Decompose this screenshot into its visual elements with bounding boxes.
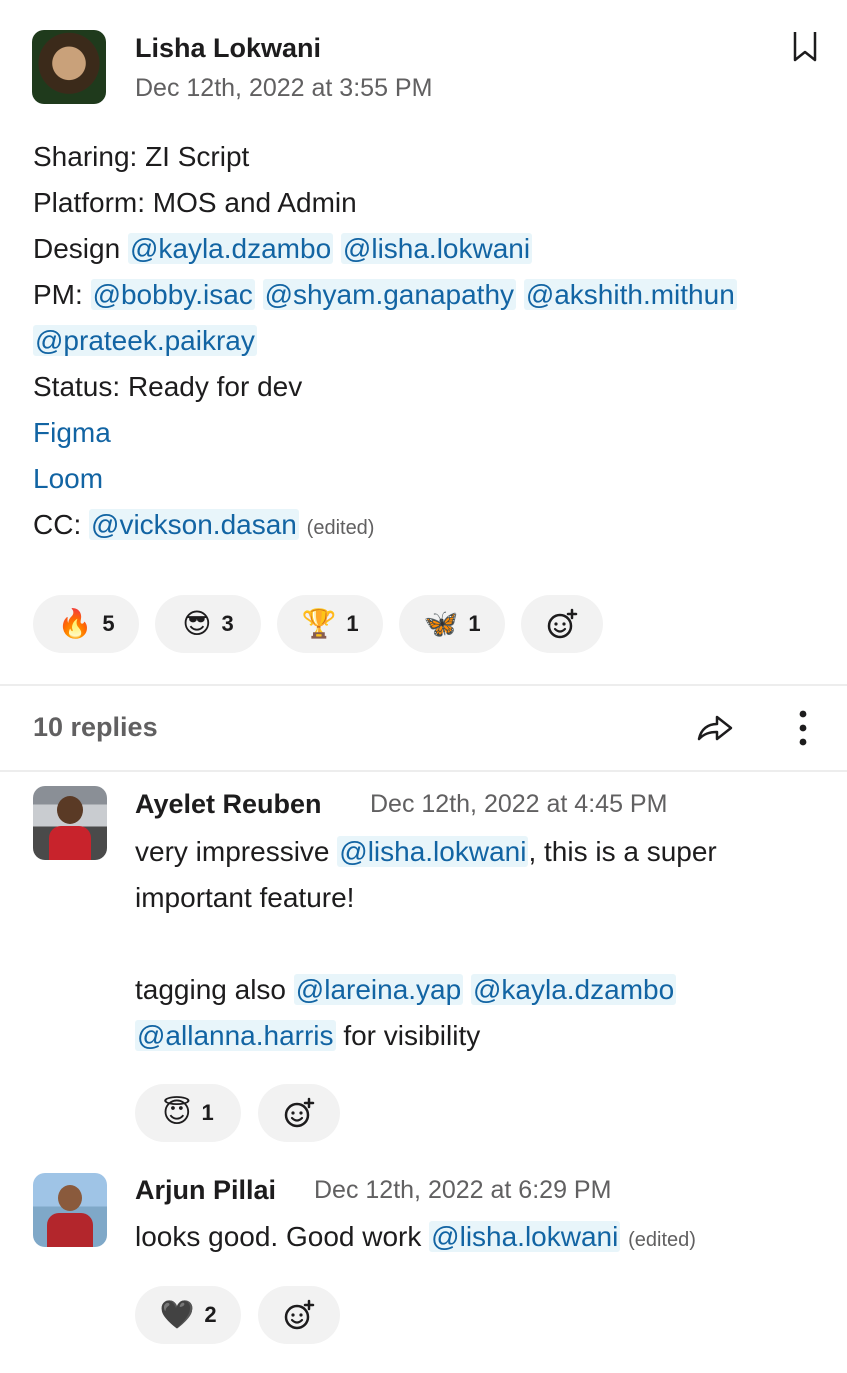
more-vertical-icon[interactable] [795,708,811,753]
mention[interactable]: @lareina.yap [293,974,464,1005]
avatar-ayelet[interactable] [33,786,107,860]
add-emoji-icon [547,608,578,639]
divider [0,684,847,686]
bookmark-icon[interactable] [790,30,820,64]
reaction-count: 3 [221,611,234,636]
reply-timestamp[interactable]: Dec 12th, 2022 at 4:45 PM [370,790,667,819]
reply-line: important feature! [135,882,355,913]
avatar-lisha[interactable] [32,30,106,104]
edited-label: (edited) [628,1229,696,1251]
reply-line: @allanna.harris for visibility [135,1013,480,1059]
mention[interactable]: @lisha.lokwani [337,836,529,867]
mention[interactable]: @kayla.dzambo [470,974,677,1005]
reply-author[interactable]: Ayelet Reuben [135,789,322,820]
mention[interactable]: @allanna.harris [135,1020,336,1051]
reaction-butterfly[interactable]: 🦋 1 [399,595,505,653]
reply-author[interactable]: Arjun Pillai [135,1175,276,1206]
reply-line: looks good. Good work @lisha.lokwani (ed… [135,1214,696,1263]
line-pm: PM: @bobby.isac @shyam.ganapathy @akshit… [33,272,737,318]
share-arrow-icon[interactable] [695,711,735,750]
add-emoji-icon [284,1299,315,1330]
black-heart-emoji: 🖤 [159,1299,195,1330]
avatar-arjun[interactable] [33,1173,107,1247]
reaction-count: 2 [204,1302,217,1327]
pm-label: PM: [33,279,83,310]
fire-emoji: 🔥 [57,608,93,639]
reply-line: tagging also @lareina.yap @kayla.dzambo [135,967,677,1013]
reaction-count: 5 [102,611,115,636]
mention[interactable]: @kayla.dzambo [127,233,334,264]
reply-text: very impressive [135,836,330,867]
reaction-count: 1 [201,1100,214,1125]
reaction-fire[interactable]: 🔥 5 [33,595,139,653]
mention[interactable]: @akshith.mithun [523,279,737,310]
reply-text: looks good. Good work [135,1221,422,1252]
reaction-halo[interactable]: 😇 1 [135,1084,241,1142]
mention[interactable]: @vickson.dasan [89,509,299,540]
message-timestamp[interactable]: Dec 12th, 2022 at 3:55 PM [135,74,432,103]
trophy-emoji: 🏆 [301,608,337,639]
reaction-count: 1 [346,611,359,636]
figma-link[interactable]: Figma [33,410,111,456]
reaction-trophy[interactable]: 🏆 1 [277,595,383,653]
message-author[interactable]: Lisha Lokwani [135,33,321,64]
add-reaction-button[interactable] [521,595,603,653]
add-emoji-icon [284,1097,315,1128]
edited-label: (edited) [306,517,375,539]
cc-label: CC: [33,509,82,540]
reply-text: tagging also [135,974,287,1005]
add-reaction-button[interactable] [258,1286,340,1344]
line-design: Design @kayla.dzambo @lisha.lokwani [33,226,533,272]
butterfly-emoji: 🦋 [423,608,459,639]
reply-text: for visibility [343,1020,481,1051]
mention[interactable]: @lisha.lokwani [340,233,533,264]
halo-emoji: 😇 [162,1097,192,1128]
cool-emoji: 😎 [182,608,212,639]
line-status: Status: Ready for dev [33,371,303,402]
reaction-black-heart[interactable]: 🖤 2 [135,1286,241,1344]
mention[interactable]: @shyam.ganapathy [262,279,517,310]
mention[interactable]: @bobby.isac [90,279,255,310]
replies-count[interactable]: 10 replies [33,712,158,743]
mention[interactable]: @prateek.paikray [33,325,257,356]
reaction-cool[interactable]: 😎 3 [155,595,261,653]
reply-line: very impressive @lisha.lokwani, this is … [135,829,717,875]
loom-link[interactable]: Loom [33,456,103,502]
add-reaction-button[interactable] [258,1084,340,1142]
reply-timestamp[interactable]: Dec 12th, 2022 at 6:29 PM [314,1176,611,1205]
design-label: Design [33,233,121,264]
mention[interactable]: @lisha.lokwani [429,1221,621,1252]
divider [0,770,847,772]
reaction-count: 1 [468,611,481,636]
line-sharing: Sharing: ZI Script [33,141,250,172]
reply-text: , this is a super [528,836,717,867]
line-pm-cont: @prateek.paikray [33,318,257,364]
line-cc: CC: @vickson.dasan (edited) [33,502,374,551]
line-platform: Platform: MOS and Admin [33,187,357,218]
